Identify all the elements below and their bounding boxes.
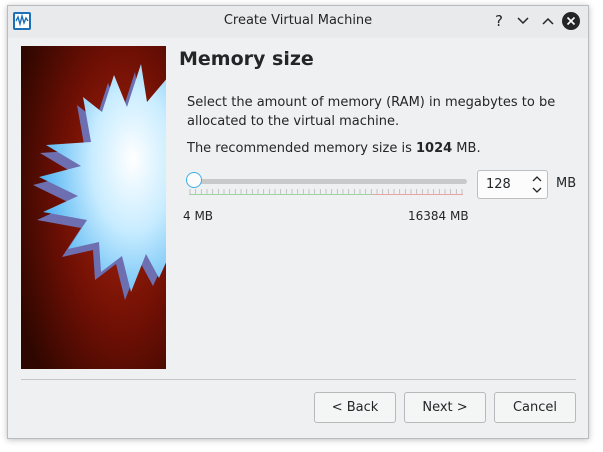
wizard-side-image bbox=[21, 46, 166, 369]
slider-groove[interactable] bbox=[189, 179, 467, 184]
spin-down-icon[interactable] bbox=[531, 186, 543, 195]
help-button[interactable]: ? bbox=[488, 10, 510, 32]
cancel-button[interactable]: Cancel bbox=[494, 392, 576, 423]
memory-spinbox[interactable]: 128 bbox=[477, 170, 548, 199]
recommend-suffix: MB. bbox=[452, 141, 481, 156]
page-heading: Memory size bbox=[179, 48, 314, 70]
memory-unit-label: MB bbox=[556, 176, 577, 191]
recommend-prefix: The recommended memory size is bbox=[187, 141, 416, 156]
separator bbox=[21, 379, 576, 380]
chevron-down-icon bbox=[517, 17, 529, 25]
recommended-memory-text: The recommended memory size is 1024 MB. bbox=[187, 141, 481, 156]
spin-up-icon[interactable] bbox=[531, 174, 543, 183]
maximize-button[interactable] bbox=[537, 10, 559, 32]
description-text: Select the amount of memory (RAM) in meg… bbox=[187, 95, 556, 129]
close-button[interactable] bbox=[560, 10, 582, 32]
recommended-memory-value: 1024 bbox=[415, 141, 453, 156]
title-bar[interactable]: Create Virtual Machine ? bbox=[8, 6, 588, 38]
next-button[interactable]: Next > bbox=[404, 392, 486, 423]
memory-slider[interactable] bbox=[186, 172, 471, 200]
close-icon bbox=[562, 12, 580, 30]
slider-min-label: 4 MB bbox=[183, 209, 214, 223]
back-button[interactable]: < Back bbox=[314, 392, 396, 423]
slider-ticks bbox=[189, 189, 463, 195]
dialog-window: Create Virtual Machine ? Memory size Sel… bbox=[7, 5, 589, 439]
memory-value[interactable]: 128 bbox=[486, 177, 511, 192]
minimize-button[interactable] bbox=[512, 10, 534, 32]
help-icon: ? bbox=[495, 12, 503, 30]
slider-handle[interactable] bbox=[186, 172, 202, 188]
slider-max-label: 16384 MB bbox=[408, 209, 469, 223]
chevron-up-icon bbox=[542, 17, 554, 25]
